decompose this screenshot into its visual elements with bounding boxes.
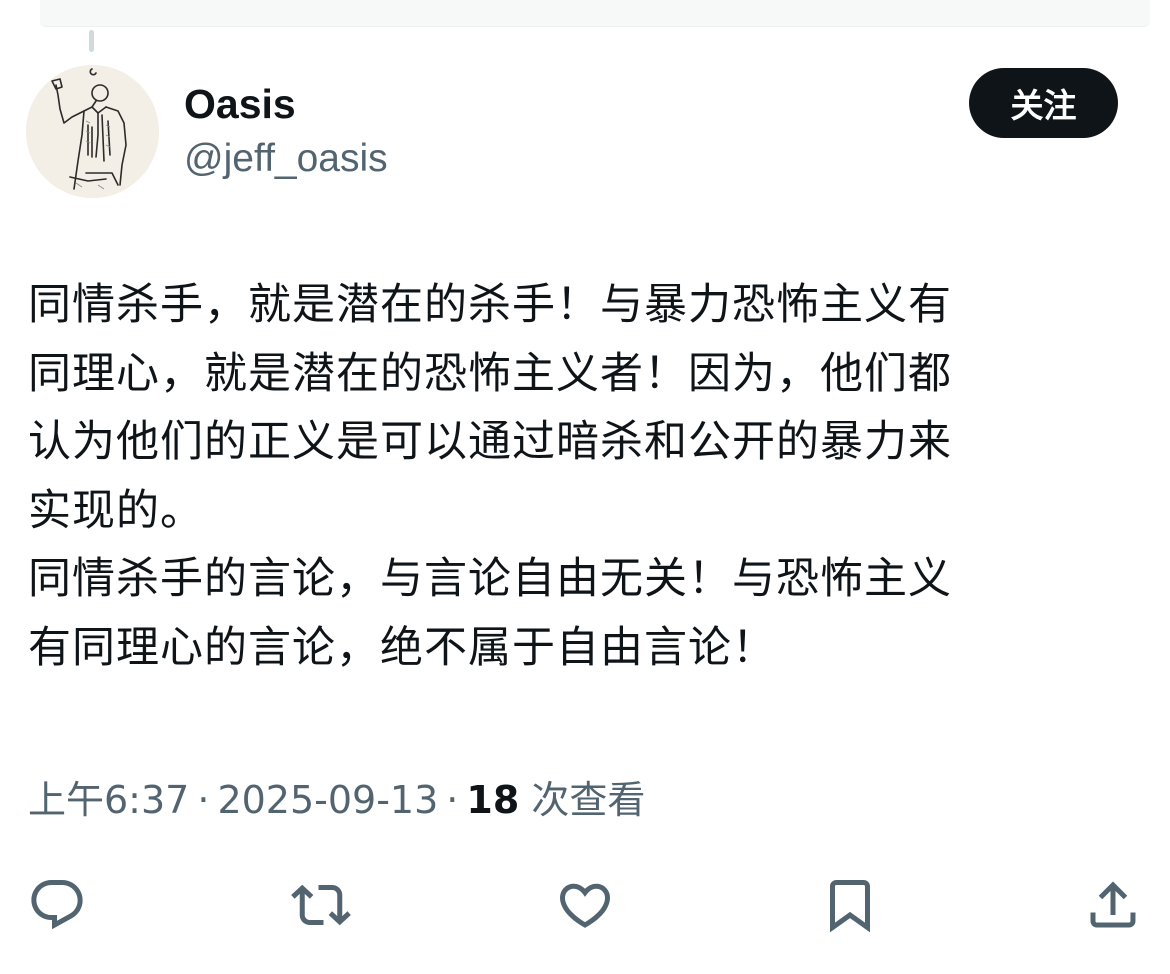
tweet-time[interactable]: 上午6:37 xyxy=(28,778,189,822)
meta-separator: · xyxy=(446,778,459,822)
display-name[interactable]: Oasis xyxy=(184,80,296,128)
tweet-text: 同情杀手，就是潜在的杀手！与暴力恐怖主义有 同理心，就是潜在的恐怖主义者！因为，… xyxy=(28,271,1148,682)
avatar[interactable] xyxy=(26,65,159,198)
previous-tweet-edge xyxy=(40,0,1150,27)
avatar-sketch-figure-icon xyxy=(26,65,159,198)
views-count: 18 xyxy=(466,778,520,822)
reply-button[interactable] xyxy=(22,870,92,940)
retweet-button[interactable] xyxy=(286,870,356,940)
tweet-paragraph: 同情杀手的言论，与言论自由无关！与恐怖主义 有同理心的言论，绝不属于自由言论！ xyxy=(28,554,952,673)
meta-separator: · xyxy=(197,778,210,822)
views-label: 次查看 xyxy=(531,778,646,822)
tweet-date[interactable]: 2025-09-13 xyxy=(217,778,438,822)
bookmark-icon xyxy=(830,880,870,933)
tweet-actions-bar xyxy=(0,870,1170,940)
heart-icon xyxy=(559,883,611,928)
share-button[interactable] xyxy=(1078,870,1148,940)
bookmark-button[interactable] xyxy=(815,870,885,940)
user-handle[interactable]: @jeff_oasis xyxy=(184,136,388,182)
share-icon xyxy=(1090,881,1136,928)
tweet-metadata: 上午6:37 · 2025-09-13 · 18 次查看 xyxy=(28,770,645,830)
like-button[interactable] xyxy=(550,870,620,940)
tweet-paragraph: 同情杀手，就是潜在的杀手！与暴力恐怖主义有 同理心，就是潜在的恐怖主义者！因为，… xyxy=(28,280,952,536)
retweet-icon xyxy=(291,884,351,926)
follow-button[interactable]: 关注 xyxy=(969,68,1118,138)
reply-icon xyxy=(31,880,83,930)
thread-connector-line xyxy=(89,30,94,52)
